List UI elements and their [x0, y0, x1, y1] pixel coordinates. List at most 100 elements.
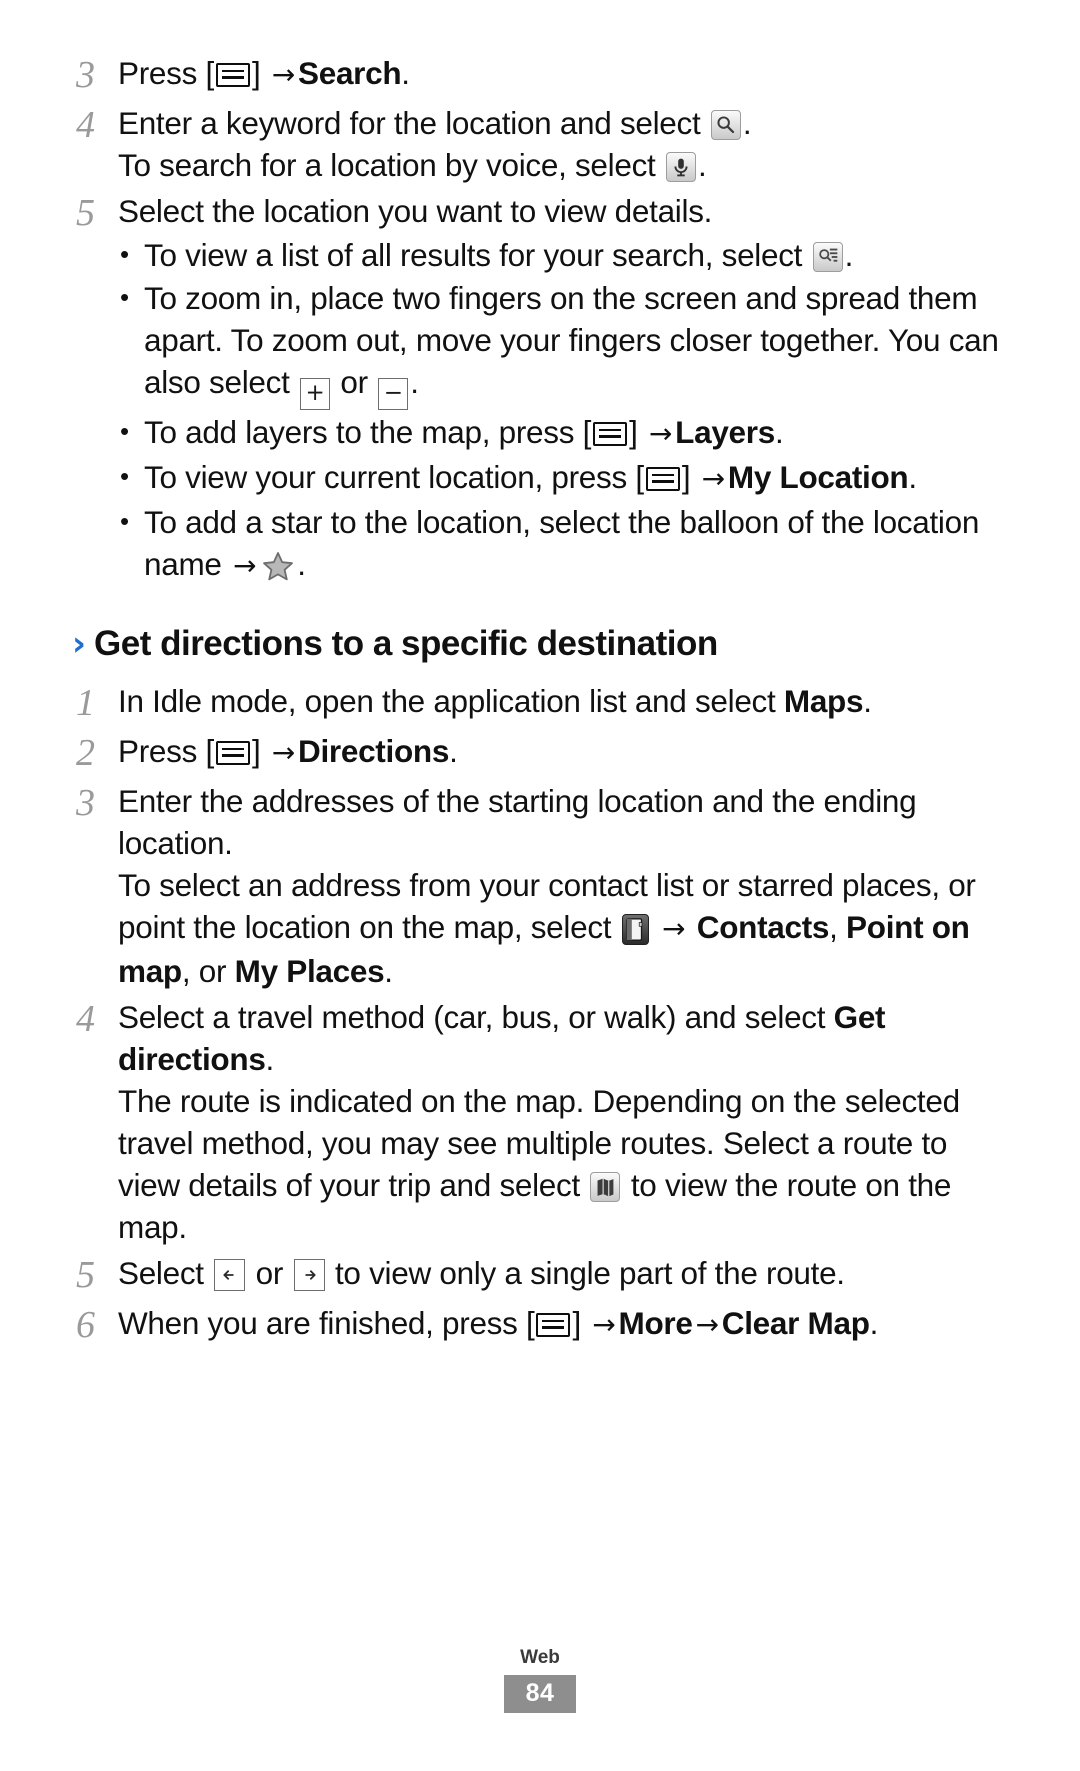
- step-number: 3: [76, 54, 95, 96]
- menu-item-more-label: More: [618, 1305, 693, 1341]
- arrow-glyph: →: [662, 912, 686, 945]
- menu-item-layers-label: Layers: [675, 414, 775, 450]
- bullet-4-after: ]: [681, 459, 699, 495]
- option-contacts-label: Contacts: [696, 909, 830, 945]
- step-text: Enter a keyword for the location and sel…: [118, 102, 1008, 186]
- zoom-in-plus-icon: +: [299, 378, 330, 410]
- step-number: 1: [76, 682, 95, 724]
- step-number: 2: [76, 732, 95, 774]
- bullet-2-period: .: [410, 364, 419, 400]
- step-d3-para1: Enter the addresses of the starting loca…: [118, 783, 917, 861]
- star-icon: [261, 550, 295, 582]
- map-tips-bullet-list: To view a list of all results for your s…: [118, 233, 1008, 587]
- bullet-3-period: .: [774, 414, 784, 450]
- step-6-clear-map: 6 When you are finished, press [] →More →…: [72, 1302, 1008, 1348]
- menu-item-my-location-label: My Location: [727, 459, 909, 495]
- step-2-press-directions: 2 Press [] →Directions.: [72, 730, 1008, 776]
- bullet-add-layers: To add layers to the map, press [] →Laye…: [118, 410, 1008, 455]
- bullet-view-results-list: To view a list of all results for your s…: [118, 233, 1008, 276]
- step-number: 4: [76, 998, 95, 1040]
- step-1-open-maps: 1 In Idle mode, open the application lis…: [72, 680, 1008, 726]
- step-number: 3: [76, 782, 95, 824]
- step-text: In Idle mode, open the application list …: [118, 680, 1008, 722]
- separator-1: ,: [829, 909, 847, 945]
- menu-key-icon: [645, 467, 680, 491]
- bullet-add-star: To add a star to the location, select th…: [118, 500, 1008, 587]
- next-step-arrow-icon: [293, 1259, 325, 1291]
- page-title: Get directions to a specific destination: [94, 624, 718, 663]
- step-d6-after: ]: [572, 1305, 590, 1341]
- separator-2: , or: [181, 953, 235, 989]
- bullet-my-location: To view your current location, press [] …: [118, 455, 1008, 500]
- search-results-list-icon: [812, 242, 843, 272]
- step-d6-text: When you are finished, press [: [118, 1305, 535, 1341]
- section-heading-get-directions: › Get directions to a specific destinati…: [72, 622, 1008, 666]
- step-3-enter-addresses: 3 Enter the addresses of the starting lo…: [72, 780, 1008, 992]
- arrow-glyph: →: [271, 736, 296, 769]
- step-number: 4: [76, 104, 95, 146]
- menu-item-clear-map-label: Clear Map: [721, 1305, 870, 1341]
- menu-key-icon: [215, 63, 250, 87]
- menu-key-icon: [593, 422, 628, 446]
- step-d5-or: or: [247, 1255, 292, 1291]
- zoom-out-minus-icon: −: [378, 378, 409, 410]
- step-text: Select a travel method (car, bus, or wal…: [118, 996, 1008, 1248]
- option-my-places-label: My Places: [234, 953, 385, 989]
- step-5-view-single-part: 5 Select or to view only a single part o…: [72, 1252, 1008, 1298]
- bullet-4-text: To view your current location, press [: [144, 459, 644, 495]
- step-4-line1-text: Enter a keyword for the location and sel…: [118, 105, 709, 141]
- step-d2-after: ]: [251, 733, 269, 769]
- bullet-4-period: .: [908, 459, 917, 495]
- bullet-1-text: To view a list of all results for your s…: [144, 237, 811, 273]
- step-4-line1-period: .: [742, 105, 752, 141]
- step-5-line: Select the location you want to view det…: [118, 193, 713, 229]
- bullet-3-text: To add layers to the map, press [: [144, 414, 592, 450]
- chevron-right-icon: ›: [72, 624, 87, 664]
- step-4-line2-text: To search for a location by voice, selec…: [118, 147, 664, 183]
- step-3-text-after: ]: [251, 55, 269, 91]
- arrow-glyph: →: [233, 549, 257, 582]
- step-text: Press [] →Search.: [118, 52, 1008, 96]
- step-text: When you are finished, press [] →More →Cl…: [118, 1302, 1008, 1346]
- step-4-line2-period: .: [697, 147, 707, 183]
- period: .: [869, 1305, 879, 1341]
- map-view-icon: [590, 1172, 621, 1202]
- previous-step-arrow-icon: [214, 1259, 246, 1291]
- bullet-1-period: .: [844, 237, 854, 273]
- step-text: Select the location you want to view det…: [118, 190, 1008, 588]
- microphone-icon: [665, 152, 696, 182]
- step-number: 5: [76, 1254, 95, 1296]
- page-number-badge: 84: [504, 1675, 576, 1713]
- step-5-select-location: 5 Select the location you want to view d…: [72, 190, 1008, 588]
- step-d4-para1-text: Select a travel method (car, bus, or wal…: [118, 999, 834, 1035]
- step-text: Press [] →Directions.: [118, 730, 1008, 774]
- menu-item-search-label: Search: [298, 55, 402, 91]
- step-d5-tail: to view only a single part of the route.: [326, 1255, 845, 1291]
- period: .: [384, 953, 393, 989]
- menu-item-directions-label: Directions: [298, 733, 450, 769]
- period: .: [401, 55, 410, 91]
- contacts-book-icon: [621, 914, 649, 945]
- menu-key-icon: [536, 1313, 571, 1337]
- bullet-2-text: To zoom in, place two fingers on the scr…: [144, 280, 999, 400]
- step-4-select-travel-method: 4 Select a travel method (car, bus, or w…: [72, 996, 1008, 1248]
- step-text: Select or to view only a single part of …: [118, 1252, 1008, 1294]
- period: .: [265, 1041, 275, 1077]
- bullet-2-or: or: [331, 364, 377, 400]
- bullet-5-period: .: [297, 546, 306, 582]
- menu-key-icon: [215, 741, 250, 765]
- page-footer: Web 84: [0, 1647, 1080, 1713]
- step-d5-text: Select: [118, 1255, 213, 1291]
- footer-section-label: Web: [520, 1647, 560, 1668]
- step-d2-text: Press [: [118, 733, 214, 769]
- bullet-zoom-gestures: To zoom in, place two fingers on the scr…: [118, 276, 1008, 410]
- arrow-glyph: →: [271, 58, 296, 91]
- step-3-press-search: 3 Press [] →Search.: [72, 52, 1008, 98]
- step-d3-space: [651, 909, 659, 945]
- arrow-glyph: →: [695, 1308, 719, 1341]
- step-text: Enter the addresses of the starting loca…: [118, 780, 1008, 992]
- arrow-glyph: →: [649, 417, 673, 450]
- period: .: [449, 733, 458, 769]
- period: .: [863, 683, 872, 719]
- manual-page: 3 Press [] →Search. 4 Enter a keyword fo…: [0, 0, 1080, 1771]
